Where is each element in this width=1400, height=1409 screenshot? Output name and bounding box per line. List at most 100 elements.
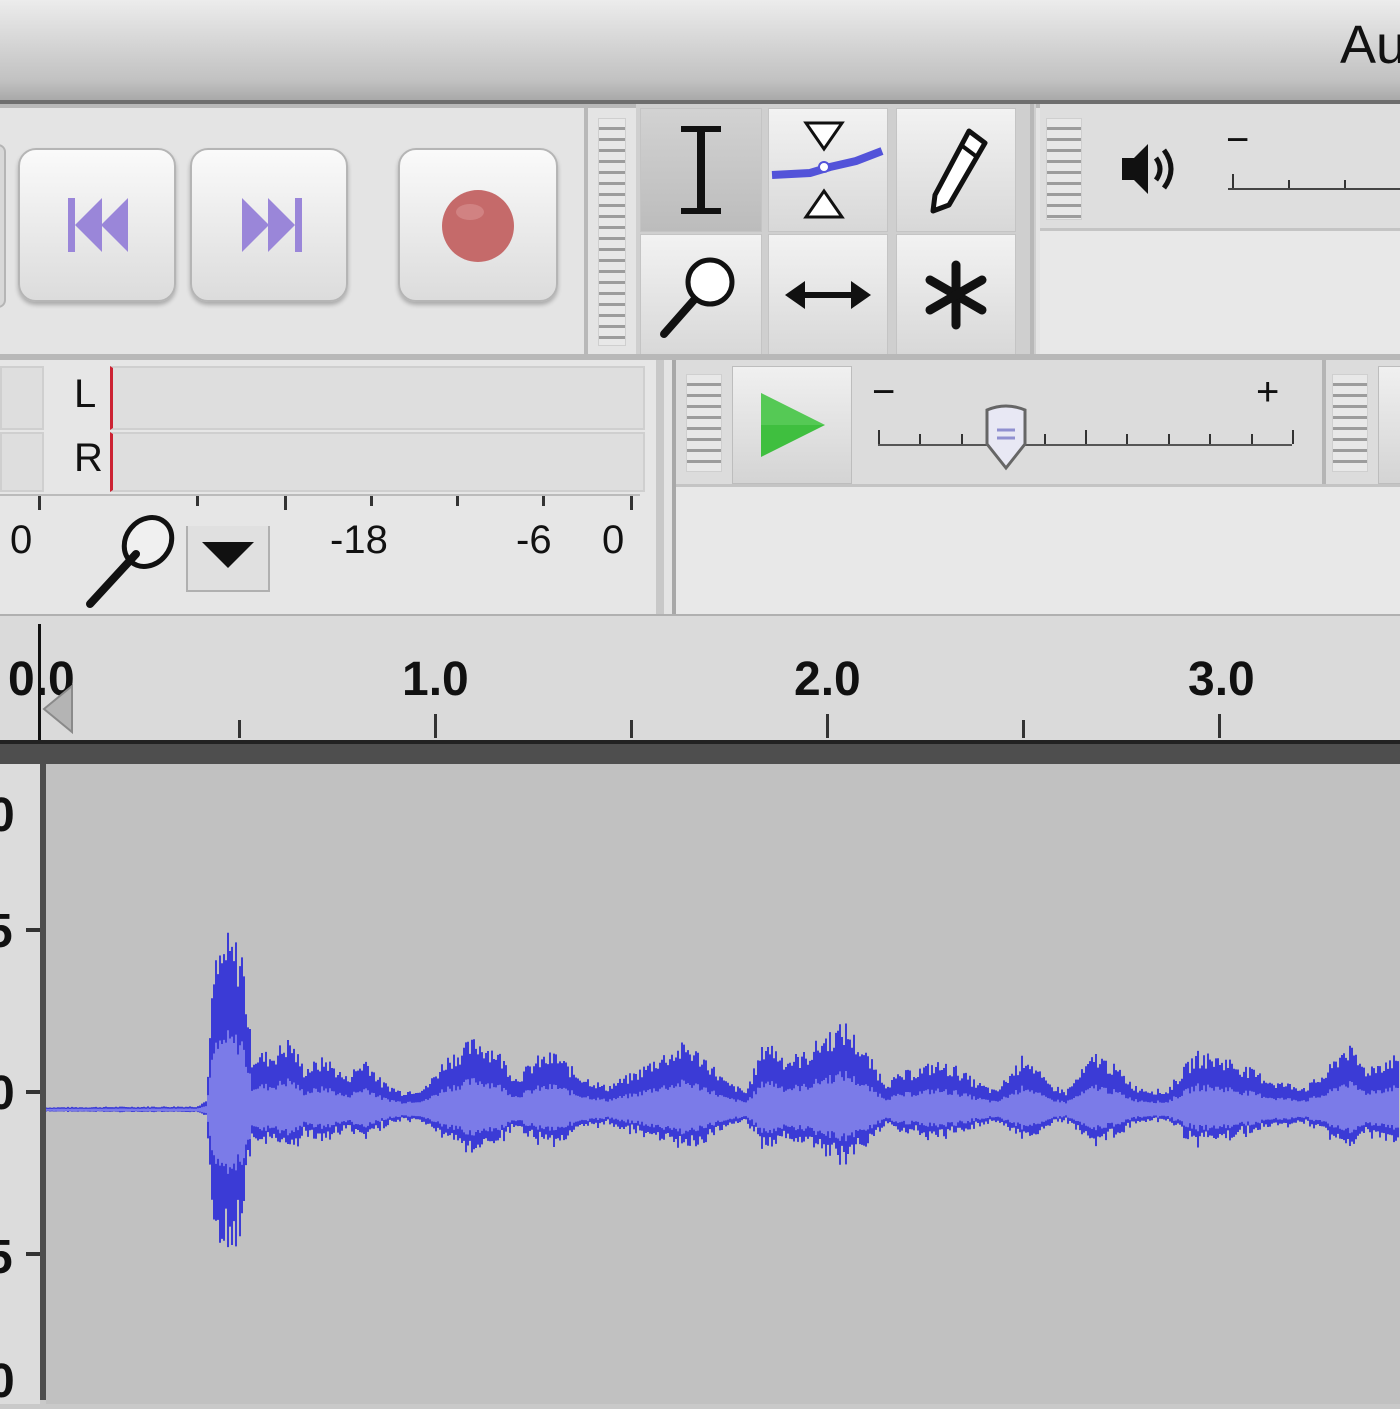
amplitude-label-fragment: 0 <box>0 789 15 842</box>
ruler-label: 1.0 <box>402 653 469 706</box>
meter-right-stub <box>0 432 44 492</box>
amplitude-tick <box>26 1090 40 1094</box>
amplitude-tick <box>26 1252 40 1256</box>
meter-tick <box>630 496 633 510</box>
draw-tool-button[interactable] <box>896 108 1016 232</box>
meter-tick <box>284 496 287 510</box>
toolbar-empty-area <box>1040 231 1400 354</box>
meter-scale-label: -18 <box>330 518 388 562</box>
ruler-tick <box>826 714 829 738</box>
output-toolbar-grip[interactable] <box>1046 118 1082 220</box>
double-arrow-icon <box>785 281 871 309</box>
meter-channel-right: R <box>74 436 103 480</box>
meter-scale-label: 0 <box>602 518 625 562</box>
speed-slider-tick <box>960 434 963 444</box>
input-meter-right-bar <box>110 432 645 492</box>
magnifier-icon <box>660 257 735 338</box>
output-volume-slider-track[interactable] <box>1228 188 1400 190</box>
speed-slider-tick <box>1250 434 1253 444</box>
window-titlebar: Au <box>0 0 1400 104</box>
pencil-icon <box>930 128 988 214</box>
panel-divider <box>584 104 588 354</box>
ruler-label: 2.0 <box>794 653 861 706</box>
meter-scale-label: 0 <box>10 518 33 562</box>
next-toolbar-button[interactable] <box>1378 366 1400 484</box>
ruler-tick <box>630 720 633 738</box>
waveform <box>45 932 1399 1248</box>
slider-tick <box>1288 180 1290 188</box>
panel-divider <box>656 360 664 614</box>
ruler-tick <box>1218 714 1221 738</box>
amplitude-label-fragment: 0 <box>0 1355 15 1408</box>
play-head-triangle-icon[interactable] <box>40 682 76 736</box>
speed-slider-tick <box>878 430 880 444</box>
record-icon <box>442 190 514 262</box>
multi-tool-button[interactable] <box>896 234 1016 356</box>
selection-tool-button[interactable] <box>640 108 762 232</box>
toolbar-empty-area <box>676 487 1400 614</box>
waveform-display[interactable] <box>45 764 1400 1404</box>
meter-scale-label: -6 <box>516 518 552 562</box>
meter-channel-left: L <box>74 372 97 416</box>
ruler-tick <box>238 720 241 738</box>
meter-tick <box>456 496 459 506</box>
ruler-tick <box>1022 720 1025 738</box>
i-beam-icon <box>681 126 721 214</box>
microphone-icon <box>86 515 175 608</box>
speed-slider-thumb[interactable] <box>981 404 1031 474</box>
audio-track: 0 5 0 5 0 <box>0 744 1400 1408</box>
track-vertical-ruler: 0 5 0 5 0 <box>0 764 40 1408</box>
next-toolbar-grip[interactable] <box>1332 374 1368 472</box>
tools-toolbar-grip[interactable] <box>598 118 626 346</box>
panel-divider <box>1322 360 1326 484</box>
meter-left-stub <box>0 366 44 430</box>
speed-slider-tick <box>1126 434 1129 444</box>
input-meter-menu-button[interactable] <box>186 526 270 592</box>
slider-tick <box>1232 174 1234 188</box>
amplitude-label-fragment: 0 <box>0 1067 15 1120</box>
skip-to-end-icon <box>242 198 302 252</box>
dropdown-arrow-icon <box>202 542 254 568</box>
envelope-icon <box>771 121 884 219</box>
speed-slider-tick <box>1043 434 1046 444</box>
speaker-icon <box>1122 144 1174 194</box>
asterisk-icon <box>925 260 987 330</box>
speed-plus-label: + <box>1256 370 1280 414</box>
amplitude-label-fragment: 5 <box>0 904 13 959</box>
panel-divider <box>1030 104 1034 354</box>
toolbar-area: − L R 0 -18 -6 0 − + <box>0 104 1400 614</box>
play-icon <box>761 393 825 457</box>
stop-button-edge[interactable] <box>0 144 6 308</box>
input-meter-left-bar <box>110 366 645 430</box>
ruler-label: 3.0 <box>1188 653 1255 706</box>
envelope-tool-button[interactable] <box>768 108 888 232</box>
window-title: Au <box>1340 15 1400 75</box>
output-volume-minus: − <box>1226 118 1250 162</box>
meter-tick <box>196 496 199 506</box>
meter-tick <box>38 496 41 510</box>
skip-to-start-button[interactable] <box>18 148 176 302</box>
skip-to-start-icon <box>68 198 128 252</box>
amplitude-label-fragment: 5 <box>0 1230 13 1285</box>
speed-slider-tick <box>1085 430 1087 444</box>
meter-tick <box>542 496 545 506</box>
speed-slider-ticks <box>878 430 1294 444</box>
speed-slider-track[interactable] <box>878 444 1292 446</box>
speed-slider-tick <box>919 434 922 444</box>
amplitude-tick <box>26 928 40 932</box>
speed-slider-tick <box>1292 430 1294 444</box>
timeline-ruler[interactable]: 0.0 1.0 2.0 3.0 <box>0 614 1400 746</box>
slider-tick <box>1344 180 1346 188</box>
skip-to-end-button[interactable] <box>190 148 348 302</box>
speed-minus-label: − <box>872 370 896 414</box>
record-button[interactable] <box>398 148 558 302</box>
zoom-tool-button[interactable] <box>640 234 762 356</box>
play-at-speed-button[interactable] <box>732 366 852 484</box>
speed-slider-tick <box>1209 434 1212 444</box>
play-speed-toolbar-grip[interactable] <box>686 374 722 472</box>
output-volume-toolbar <box>1040 104 1400 231</box>
ruler-tick <box>434 714 437 738</box>
speed-slider-tick <box>1167 434 1170 444</box>
meter-tick <box>370 496 373 506</box>
timeshift-tool-button[interactable] <box>768 234 888 356</box>
